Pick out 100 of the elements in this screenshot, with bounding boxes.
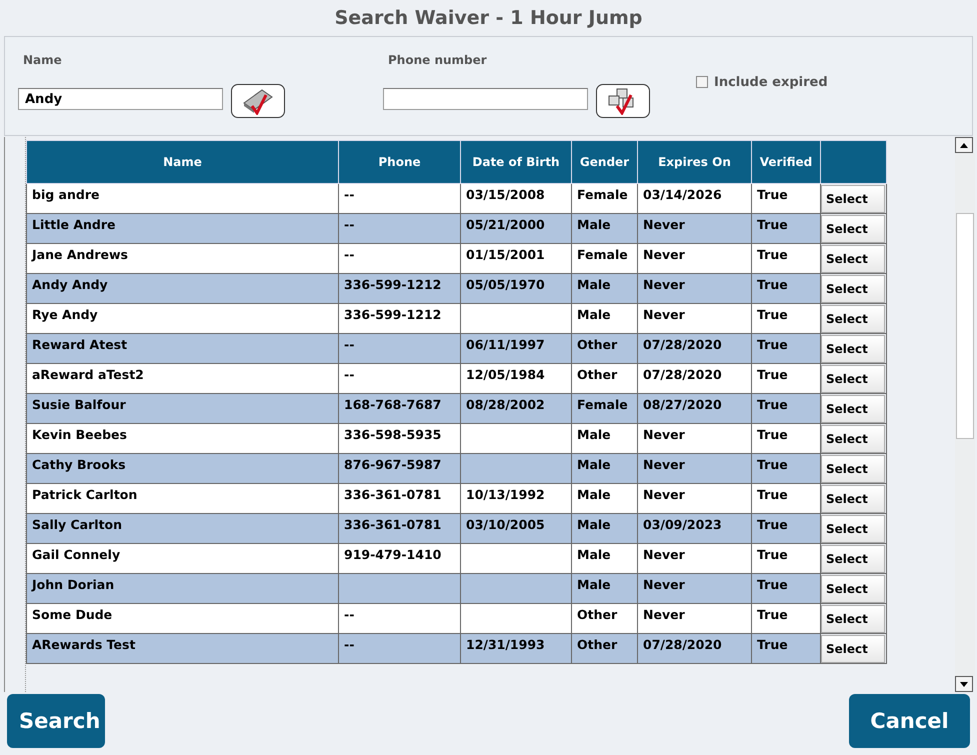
table-cell: 07/28/2020 bbox=[638, 634, 752, 664]
table-cell: Patrick Carlton bbox=[26, 484, 338, 514]
table-cell: True bbox=[752, 334, 820, 364]
table-cell: -- bbox=[338, 214, 460, 244]
select-button[interactable]: Select bbox=[821, 185, 885, 213]
table-cell: Male bbox=[572, 274, 638, 304]
select-button[interactable]: Select bbox=[821, 335, 885, 363]
table-cell: Never bbox=[638, 544, 752, 574]
search-button[interactable]: Search bbox=[7, 694, 105, 748]
cancel-button[interactable]: Cancel bbox=[849, 694, 970, 748]
table-cell: Rye Andy bbox=[26, 304, 338, 334]
table-cell: Other bbox=[572, 604, 638, 634]
table-cell: 01/15/2001 bbox=[460, 244, 572, 274]
table-cell: True bbox=[752, 394, 820, 424]
select-button[interactable]: Select bbox=[821, 275, 885, 303]
table-cell: -- bbox=[338, 334, 460, 364]
table-cell: Never bbox=[638, 274, 752, 304]
table-cell: -- bbox=[338, 634, 460, 664]
table-cell: Male bbox=[572, 484, 638, 514]
table-cell: 336-599-1212 bbox=[338, 274, 460, 304]
column-header[interactable]: Gender bbox=[572, 140, 638, 184]
scroll-down-icon[interactable] bbox=[955, 676, 973, 692]
table-cell: -- bbox=[338, 364, 460, 394]
select-button[interactable]: Select bbox=[821, 365, 885, 393]
table-cell: Andy Andy bbox=[26, 274, 338, 304]
select-button[interactable]: Select bbox=[821, 545, 885, 573]
column-header bbox=[820, 140, 886, 184]
table-cell: 07/28/2020 bbox=[638, 334, 752, 364]
scrollbar[interactable] bbox=[955, 137, 975, 692]
table-cell: True bbox=[752, 424, 820, 454]
table-cell: Male bbox=[572, 304, 638, 334]
select-button[interactable]: Select bbox=[821, 305, 885, 333]
select-button[interactable]: Select bbox=[821, 395, 885, 423]
table-cell: Male bbox=[572, 214, 638, 244]
table-cell: True bbox=[752, 454, 820, 484]
select-button[interactable]: Select bbox=[821, 515, 885, 543]
table-cell: 12/31/1993 bbox=[460, 634, 572, 664]
table-cell: 05/05/1970 bbox=[460, 274, 572, 304]
name-field[interactable]: Andy bbox=[18, 88, 223, 110]
table-cell: 07/28/2020 bbox=[638, 364, 752, 394]
select-button[interactable]: Select bbox=[821, 425, 885, 453]
select-button[interactable]: Select bbox=[821, 455, 885, 483]
column-header[interactable]: Verified bbox=[752, 140, 820, 184]
table-cell: Other bbox=[572, 334, 638, 364]
table-cell: -- bbox=[338, 184, 460, 214]
table-cell: True bbox=[752, 604, 820, 634]
table-cell: Male bbox=[572, 424, 638, 454]
table-cell: 336-598-5935 bbox=[338, 424, 460, 454]
phone-field[interactable] bbox=[383, 88, 588, 110]
table-cell: Other bbox=[572, 364, 638, 394]
table-cell: Female bbox=[572, 184, 638, 214]
keypad-button[interactable] bbox=[596, 84, 650, 118]
table-cell: Never bbox=[638, 574, 752, 604]
table-cell: Never bbox=[638, 454, 752, 484]
select-button[interactable]: Select bbox=[821, 605, 885, 633]
table-cell: 336-361-0781 bbox=[338, 514, 460, 544]
scroll-up-icon[interactable] bbox=[955, 137, 973, 153]
table-cell: True bbox=[752, 514, 820, 544]
table-cell: Never bbox=[638, 484, 752, 514]
table-cell: Female bbox=[572, 394, 638, 424]
select-button[interactable]: Select bbox=[821, 245, 885, 273]
table-cell: True bbox=[752, 304, 820, 334]
keyboard-button[interactable] bbox=[231, 84, 285, 118]
include-expired-checkbox[interactable] bbox=[696, 76, 708, 88]
table-cell: Male bbox=[572, 574, 638, 604]
table-cell: Other bbox=[572, 634, 638, 664]
name-label: Name bbox=[23, 53, 63, 67]
table-cell: big andre bbox=[26, 184, 338, 214]
table-cell: Never bbox=[638, 214, 752, 244]
table-cell: 05/21/2000 bbox=[460, 214, 572, 244]
select-button[interactable]: Select bbox=[821, 215, 885, 243]
select-button[interactable]: Select bbox=[821, 575, 885, 603]
table-cell: Gail Connely bbox=[26, 544, 338, 574]
scroll-thumb[interactable] bbox=[956, 213, 974, 439]
table-cell: -- bbox=[338, 604, 460, 634]
column-header[interactable]: Phone bbox=[338, 140, 460, 184]
table-cell: 08/28/2002 bbox=[460, 394, 572, 424]
column-header[interactable]: Date of Birth bbox=[460, 140, 572, 184]
select-button[interactable]: Select bbox=[821, 635, 885, 663]
table-cell: Female bbox=[572, 244, 638, 274]
table-cell: Sally Carlton bbox=[26, 514, 338, 544]
include-expired-label: Include expired bbox=[714, 74, 828, 90]
table-cell: Little Andre bbox=[26, 214, 338, 244]
table-cell: Male bbox=[572, 544, 638, 574]
table-cell: Susie Balfour bbox=[26, 394, 338, 424]
table-cell: Male bbox=[572, 514, 638, 544]
column-header[interactable]: Name bbox=[26, 140, 338, 184]
column-header[interactable]: Expires On bbox=[638, 140, 752, 184]
table-cell: True bbox=[752, 544, 820, 574]
table-cell: Never bbox=[638, 424, 752, 454]
table-cell: Never bbox=[638, 604, 752, 634]
table-cell: True bbox=[752, 364, 820, 394]
table-cell: -- bbox=[338, 244, 460, 274]
table-cell: 168-768-7687 bbox=[338, 394, 460, 424]
table-cell: Reward Atest bbox=[26, 334, 338, 364]
phone-label: Phone number bbox=[388, 53, 488, 67]
table-cell: 876-967-5987 bbox=[338, 454, 460, 484]
table-cell: Never bbox=[638, 244, 752, 274]
select-button[interactable]: Select bbox=[821, 485, 885, 513]
table-cell: Cathy Brooks bbox=[26, 454, 338, 484]
